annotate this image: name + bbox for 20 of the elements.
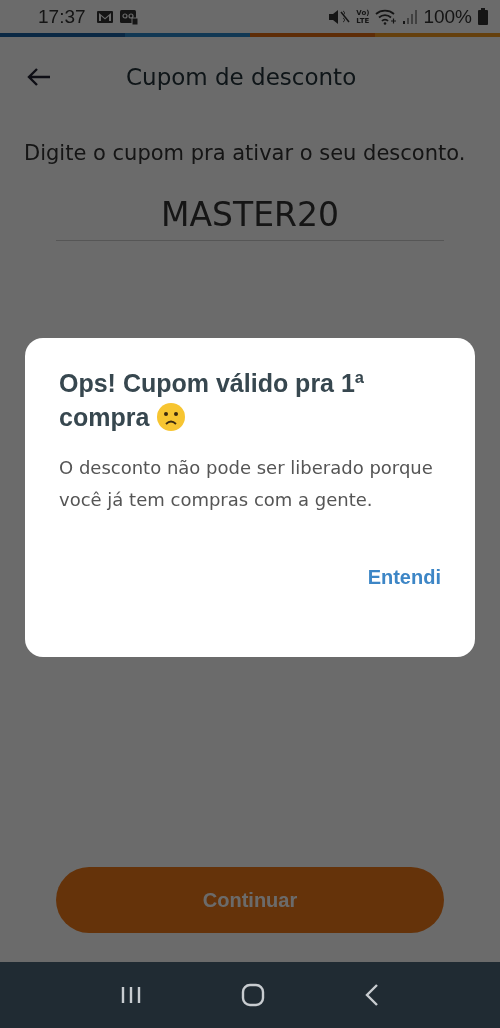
instruction-text: Digite o cupom pra ativar o seu desconto.	[24, 140, 467, 167]
battery-percent: 100%	[423, 5, 472, 28]
understood-button[interactable]: Entendi	[359, 562, 449, 593]
wifi-icon	[375, 8, 398, 25]
battery-icon	[478, 8, 488, 25]
continue-button[interactable]: Continuar	[56, 867, 444, 933]
dialog-message: O desconto não pode ser liberado porque você já tem compras com a gente.	[59, 456, 434, 512]
mail-icon	[95, 9, 114, 24]
back-icon[interactable]	[364, 983, 381, 1007]
status-time: 17:37	[38, 5, 86, 28]
signal-icon	[403, 9, 418, 24]
coupon-input[interactable]: MASTER20	[56, 191, 444, 241]
home-icon[interactable]	[241, 983, 265, 1007]
mute-icon	[328, 8, 351, 25]
sad-face-icon	[156, 402, 187, 432]
recent-apps-icon[interactable]	[119, 985, 142, 1005]
voicemail-icon	[119, 8, 138, 25]
screen-title: Cupom de desconto	[126, 64, 357, 90]
dialog-title: Ops! Cupom válido pra 1ª compra	[59, 368, 366, 434]
back-arrow-icon	[26, 67, 52, 87]
